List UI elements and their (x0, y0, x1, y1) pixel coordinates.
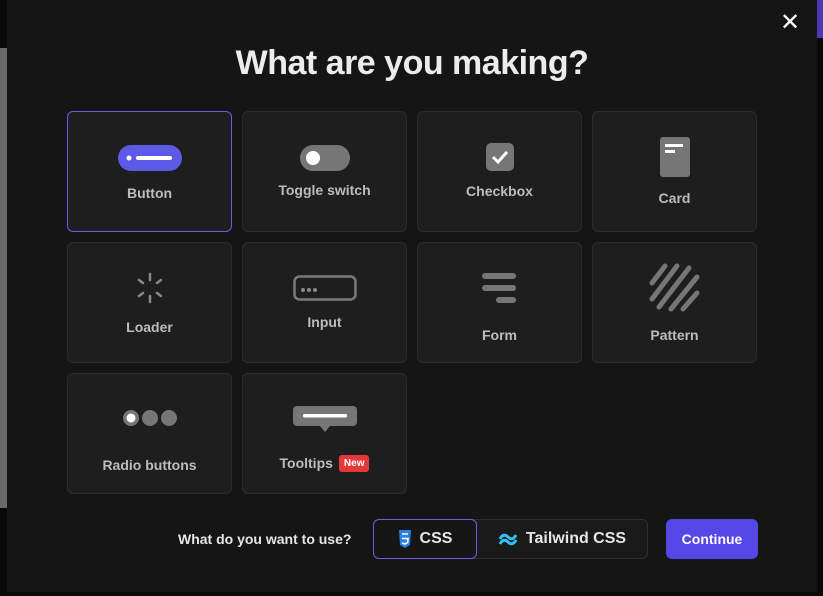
option-label: Radio buttons (102, 457, 197, 473)
checkbox-icon (418, 143, 581, 171)
framework-question: What do you want to use? (178, 531, 352, 547)
option-label-text: Tooltips (279, 455, 333, 471)
option-input[interactable]: Input (242, 242, 407, 363)
button-icon (68, 145, 231, 171)
option-card[interactable]: Card (592, 111, 757, 232)
option-button[interactable]: Button (67, 111, 232, 232)
loader-icon (68, 272, 231, 304)
option-loader[interactable]: Loader (67, 242, 232, 363)
option-label: Pattern (650, 327, 699, 343)
option-css[interactable]: CSS (373, 519, 477, 559)
card-icon (593, 137, 756, 177)
css3-icon (398, 530, 411, 548)
option-label: Loader (126, 319, 173, 335)
tooltip-icon (243, 406, 406, 432)
option-label: Card (658, 190, 691, 206)
option-pattern[interactable]: Pattern (592, 242, 757, 363)
option-radio-buttons[interactable]: Radio buttons (67, 373, 232, 494)
close-icon[interactable]: ✕ (777, 10, 803, 36)
option-form[interactable]: Form (417, 242, 582, 363)
framework-selector: CSS Tailwind CSS (373, 519, 648, 559)
option-tailwind-css[interactable]: Tailwind CSS (477, 520, 647, 558)
option-toggle-switch[interactable]: Toggle switch (242, 111, 407, 232)
option-label: CSS (419, 530, 453, 547)
background-page-edge (816, 0, 823, 38)
pattern-icon (593, 263, 756, 313)
input-icon (243, 275, 406, 301)
new-badge: New (338, 455, 370, 472)
modal-dialog: ✕ What are you making? Button Toggle swi… (7, 0, 817, 592)
option-label: Toggle switch (278, 182, 371, 198)
option-label: Tailwind CSS (525, 530, 627, 547)
page-title: What are you making? (235, 44, 589, 82)
option-label: Checkbox (466, 183, 533, 199)
radio-icon (68, 409, 231, 427)
option-label: Form (482, 327, 517, 343)
tailwind-icon (498, 533, 518, 546)
option-label: Input (307, 314, 342, 330)
option-checkbox[interactable]: Checkbox (417, 111, 582, 232)
continue-button[interactable]: Continue (666, 519, 758, 559)
option-tooltips[interactable]: Tooltips New (242, 373, 407, 494)
background-page-edge (0, 48, 7, 508)
form-icon (418, 273, 581, 303)
option-label: Button (126, 185, 173, 201)
toggle-icon (243, 145, 406, 171)
option-label: Tooltips New (243, 455, 406, 472)
